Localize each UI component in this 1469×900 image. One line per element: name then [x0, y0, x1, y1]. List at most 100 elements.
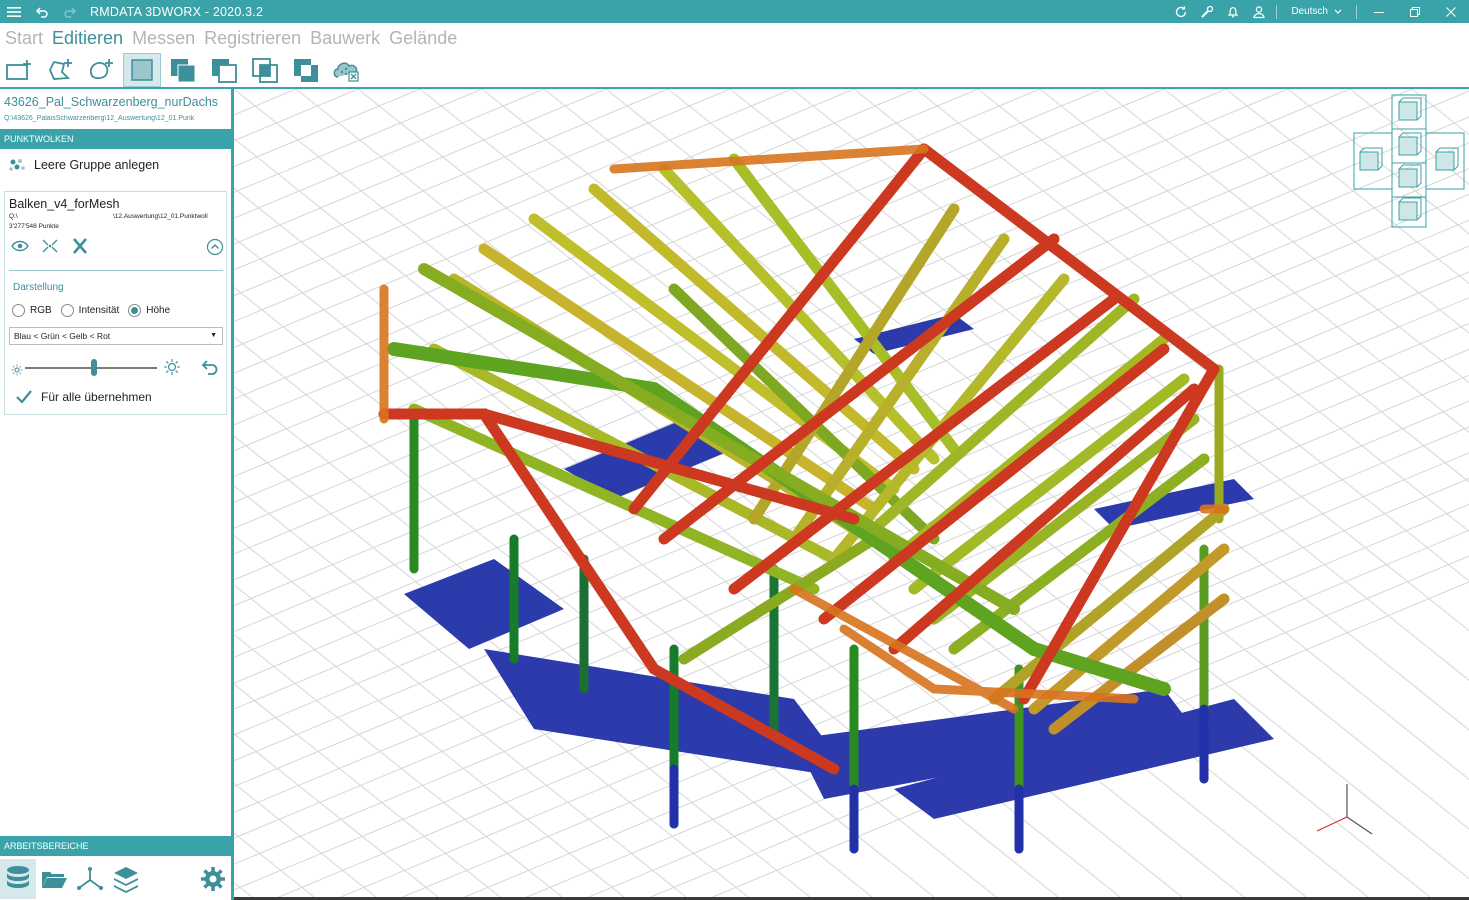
- rafters: [408, 153, 1230, 735]
- restore-button[interactable]: [1397, 0, 1433, 23]
- divider: [1356, 4, 1357, 19]
- reset-icon[interactable]: [199, 359, 219, 381]
- lasso-add-tool[interactable]: [82, 53, 120, 87]
- cloud-delete-tool[interactable]: [328, 53, 366, 87]
- radio-intensity[interactable]: [60, 304, 74, 317]
- radio-rgb[interactable]: [12, 304, 25, 317]
- new-group-label: Leere Gruppe anlegen: [34, 158, 160, 172]
- bottom-toolbar: [0, 857, 231, 900]
- layers-button[interactable]: [108, 859, 144, 899]
- select-inside-tool[interactable]: [123, 53, 161, 87]
- toolbar: [0, 52, 369, 88]
- database-icon: [7, 865, 29, 888]
- language-label: Deutsch: [1291, 6, 1328, 17]
- cloud-delete-icon: [333, 62, 359, 82]
- grid-line: [234, 733, 439, 897]
- app-title: RMDATA 3DWORX - 2020.3.2: [90, 4, 264, 19]
- menu-icon[interactable]: [0, 0, 28, 23]
- grid-line: [234, 89, 731, 297]
- sun-large-icon: [163, 358, 181, 380]
- polygon-add-icon: [49, 59, 72, 80]
- minimize-icon: [1374, 11, 1384, 13]
- select-intersect-tool[interactable]: [246, 53, 284, 87]
- grid-line: [234, 832, 315, 897]
- title-bar: RMDATA 3DWORX - 2020.3.2 Deutsch: [0, 0, 1469, 23]
- pointcloud-actions: [9, 238, 224, 260]
- apply-all-button[interactable]: Für alle übernehmen: [15, 389, 152, 405]
- select-intersect-icon: [252, 58, 278, 83]
- tab-start[interactable]: Start: [5, 28, 43, 49]
- divider: [1276, 4, 1278, 19]
- layers-icon: [114, 866, 138, 893]
- pointcloud-count: 3'277'548 Punkte: [9, 223, 59, 230]
- left-panel: 43626_Pal_Schwarzenberg_nurDachs Q:\4362…: [0, 89, 231, 900]
- grid-line: [234, 89, 607, 245]
- remove-icon[interactable]: [71, 238, 89, 258]
- axis-tripod-icon: [1316, 784, 1373, 835]
- user-icon[interactable]: [1246, 0, 1272, 23]
- checkmark-icon: [16, 390, 32, 404]
- select-subtract-icon: [212, 59, 237, 83]
- section-header-workspaces[interactable]: ARBEITSBEREICHE: [0, 836, 231, 856]
- apply-all-label: Für alle übernehmen: [41, 390, 152, 404]
- pointcloud-path-prefix: Q:\: [9, 213, 18, 220]
- grid-line: [234, 89, 545, 219]
- pointcloud-name: Balken_v4_forMesh: [9, 197, 120, 211]
- display-label: Darstellung: [13, 282, 64, 293]
- new-rectangle-tool[interactable]: [0, 53, 38, 87]
- select-inside-icon: [131, 59, 153, 81]
- restore-icon: [1410, 6, 1420, 17]
- radio-intensity-label: Intensität: [78, 305, 120, 316]
- 3d-viewport[interactable]: [234, 89, 1469, 897]
- collapse-icon[interactable]: [206, 238, 224, 260]
- dropdown-arrow-icon: ▼: [210, 332, 217, 339]
- project-name[interactable]: 43626_Pal_Schwarzenberg_nurDachs: [4, 95, 218, 109]
- settings-icon: [201, 866, 225, 891]
- select-xor-icon: [294, 59, 318, 82]
- tab-registrieren[interactable]: Registrieren: [204, 28, 301, 49]
- sun-small-icon: [11, 361, 23, 380]
- tools-icon[interactable]: [1194, 0, 1220, 23]
- redo-icon[interactable]: [56, 0, 84, 23]
- notification-icon[interactable]: [1220, 0, 1246, 23]
- explode-icon[interactable]: [41, 238, 59, 258]
- pointcloud-path-suffix: \12.Auswertung\12_01.Punktwoll: [113, 213, 208, 220]
- tab-editieren[interactable]: Editieren: [52, 28, 123, 49]
- group-icon: [9, 159, 25, 171]
- polygon-add-tool[interactable]: [41, 53, 79, 87]
- sync-icon[interactable]: [1168, 0, 1194, 23]
- brightness-slider-thumb[interactable]: [90, 359, 97, 376]
- select-xor-tool[interactable]: [287, 53, 325, 87]
- eye-icon[interactable]: [11, 238, 29, 258]
- lasso-add-icon: [89, 59, 113, 80]
- close-icon: [1446, 6, 1456, 17]
- close-button[interactable]: [1433, 0, 1469, 23]
- undo-icon[interactable]: [28, 0, 56, 23]
- new-group-button[interactable]: Leere Gruppe anlegen: [8, 157, 159, 173]
- axes-icon: [77, 866, 103, 890]
- view-cube[interactable]: [1352, 93, 1466, 229]
- open-folder-button[interactable]: [36, 859, 72, 899]
- display-mode-group: RGB Intensität Höhe: [12, 304, 179, 317]
- minimize-button[interactable]: [1361, 0, 1397, 23]
- card-divider: [9, 270, 223, 271]
- section-header-pointclouds[interactable]: PUNKTWOLKEN: [0, 129, 231, 149]
- language-selector[interactable]: Deutsch: [1281, 6, 1352, 17]
- tab-gelaende[interactable]: Gelände: [389, 28, 457, 49]
- select-union-tool[interactable]: [164, 53, 202, 87]
- radio-height[interactable]: [128, 304, 142, 317]
- settings-button[interactable]: [195, 859, 231, 899]
- viewport-canvas: [234, 89, 1469, 897]
- database-button[interactable]: [0, 858, 36, 899]
- radio-height-label: Höhe: [146, 305, 171, 316]
- new-rectangle-icon: [6, 60, 31, 80]
- select-union-icon: [171, 59, 196, 83]
- project-path: Q:\43626_PalaisSchwarzenberg\12_Auswertu…: [4, 115, 195, 122]
- axes-button[interactable]: [72, 859, 108, 899]
- select-subtract-tool[interactable]: [205, 53, 243, 87]
- color-scheme-select[interactable]: Blau < Grün < Gelb < Rot ▼: [9, 327, 223, 345]
- tab-messen[interactable]: Messen: [132, 28, 195, 49]
- brightness-slider-row: [11, 357, 225, 379]
- chevron-down-icon: [1334, 9, 1342, 14]
- tab-bauwerk[interactable]: Bauwerk: [310, 28, 380, 49]
